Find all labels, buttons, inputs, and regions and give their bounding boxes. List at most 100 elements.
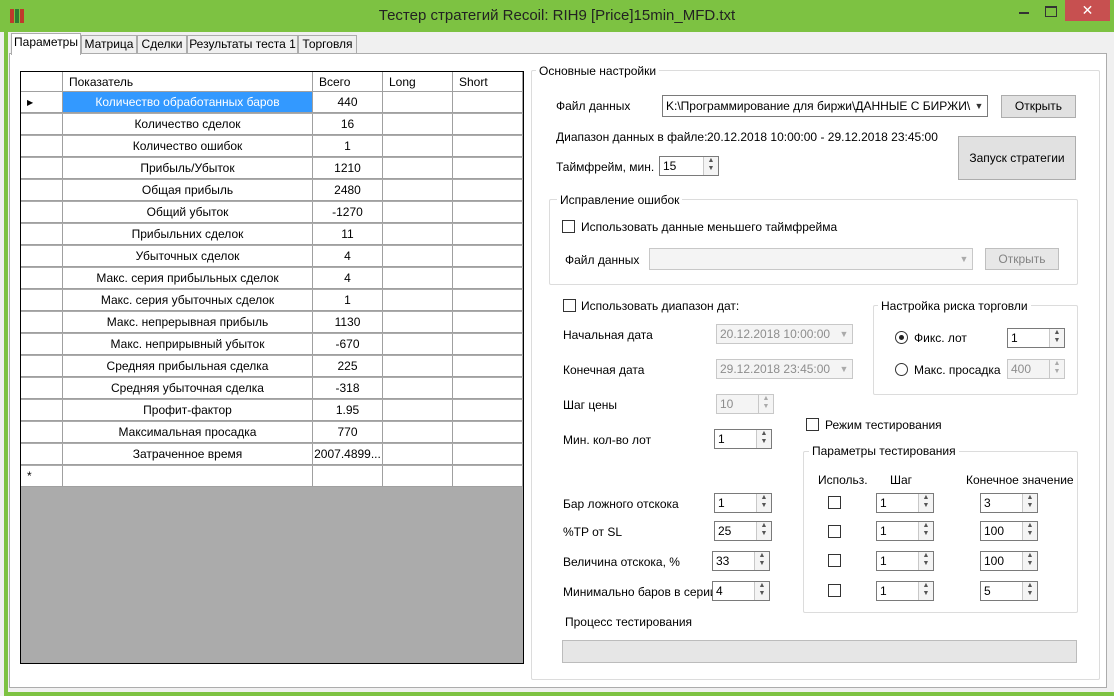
grid-cell-long[interactable] <box>383 444 453 465</box>
grid-cell-long[interactable] <box>383 378 453 399</box>
grid-cell-total[interactable]: 4 <box>313 268 383 289</box>
grid-cell-long[interactable] <box>383 334 453 355</box>
grid-cell-total[interactable]: 1 <box>313 290 383 311</box>
end-date-picker[interactable]: 29.12.2018 23:45:00 ▼ <box>716 359 853 379</box>
grid-cell-total[interactable]: 225 <box>313 356 383 377</box>
param-end-input[interactable]: 100 ▲ ▼ <box>980 551 1038 571</box>
param-use-checkbox[interactable] <box>828 584 841 597</box>
fixed-lot-radio[interactable] <box>895 331 908 344</box>
spin-arrows-icon[interactable]: ▲ ▼ <box>918 522 933 540</box>
use-smaller-tf-checkbox[interactable] <box>562 220 575 233</box>
row-header[interactable] <box>21 312 63 333</box>
price-step-input[interactable]: 10 ▲ ▼ <box>716 394 774 414</box>
param-use-checkbox[interactable] <box>828 496 841 509</box>
grid-cell-long[interactable] <box>383 180 453 201</box>
param-end-input[interactable]: 5 ▲ ▼ <box>980 581 1038 601</box>
grid-cell-indicator[interactable]: Средняя убыточная сделка <box>63 378 313 399</box>
grid-cell-long[interactable] <box>383 246 453 267</box>
maximize-button[interactable] <box>1037 1 1064 21</box>
param-use-checkbox[interactable] <box>828 525 841 538</box>
grid-cell-short[interactable] <box>453 268 523 289</box>
grid-cell-short[interactable] <box>453 246 523 267</box>
grid-cell-total[interactable]: -670 <box>313 334 383 355</box>
grid-cell-indicator[interactable]: Количество ошибок <box>63 136 313 157</box>
grid-cell-short[interactable] <box>453 114 523 135</box>
param-value-input[interactable]: 33 ▲ ▼ <box>712 551 770 571</box>
new-row-cell[interactable] <box>313 466 383 487</box>
grid-cell-short[interactable] <box>453 290 523 311</box>
open-smaller-tf-button[interactable]: Открыть <box>985 248 1059 270</box>
param-step-input[interactable]: 1 ▲ ▼ <box>876 521 934 541</box>
max-drawdown-radio[interactable] <box>895 363 908 376</box>
new-row-cell[interactable] <box>453 466 523 487</box>
param-use-checkbox[interactable] <box>828 554 841 567</box>
grid-cell-total[interactable]: -1270 <box>313 202 383 223</box>
grid-cell-long[interactable] <box>383 202 453 223</box>
grid-cell-long[interactable] <box>383 400 453 421</box>
spin-arrows-icon[interactable]: ▲ ▼ <box>1049 360 1064 378</box>
new-row-cell[interactable] <box>383 466 453 487</box>
grid-cell-indicator[interactable]: Прибыльних сделок <box>63 224 313 245</box>
spin-arrows-icon[interactable]: ▲ ▼ <box>1022 582 1037 600</box>
grid-cell-long[interactable] <box>383 290 453 311</box>
timeframe-input[interactable]: 15 ▲ ▼ <box>659 156 719 176</box>
data-file-combo[interactable]: K:\Программирование для биржи\ДАННЫЕ С Б… <box>662 95 988 117</box>
row-header[interactable] <box>21 400 63 421</box>
new-row-cell[interactable] <box>63 466 313 487</box>
grid-cell-short[interactable] <box>453 400 523 421</box>
row-header[interactable] <box>21 356 63 377</box>
results-grid[interactable]: Показатель Всего Long Short ▶ Количество … <box>20 71 524 664</box>
row-header[interactable] <box>21 378 63 399</box>
open-data-file-button[interactable]: Открыть <box>1001 95 1076 118</box>
tab-test-results[interactable]: Результаты теста 1 <box>187 35 298 54</box>
grid-cell-total[interactable]: 1130 <box>313 312 383 333</box>
grid-cell-indicator[interactable]: Затраченное время <box>63 444 313 465</box>
grid-cell-short[interactable] <box>453 180 523 201</box>
grid-cell-short[interactable] <box>453 224 523 245</box>
tab-trading[interactable]: Торговля <box>298 35 357 54</box>
close-button[interactable]: ✕ <box>1065 0 1110 21</box>
grid-cell-total[interactable]: 440 <box>313 92 383 113</box>
column-header-total[interactable]: Всего <box>313 72 383 92</box>
grid-cell-total[interactable]: 2480 <box>313 180 383 201</box>
param-value-input[interactable]: 25 ▲ ▼ <box>714 521 772 541</box>
grid-cell-short[interactable] <box>453 422 523 443</box>
grid-cell-long[interactable] <box>383 114 453 135</box>
param-step-input[interactable]: 1 ▲ ▼ <box>876 551 934 571</box>
row-header[interactable] <box>21 136 63 157</box>
grid-cell-indicator[interactable]: Макс. непрерывная прибыль <box>63 312 313 333</box>
grid-cell-indicator[interactable]: Количество сделок <box>63 114 313 135</box>
grid-cell-short[interactable] <box>453 334 523 355</box>
grid-cell-total[interactable]: 1210 <box>313 158 383 179</box>
use-date-range-checkbox[interactable] <box>563 299 576 312</box>
grid-cell-total[interactable]: 2007.4899... <box>313 444 383 465</box>
grid-cell-long[interactable] <box>383 312 453 333</box>
grid-cell-indicator[interactable]: Прибыль/Убыток <box>63 158 313 179</box>
fixed-lot-input[interactable]: 1 ▲ ▼ <box>1007 328 1065 348</box>
row-header[interactable] <box>21 268 63 289</box>
grid-cell-short[interactable] <box>453 378 523 399</box>
grid-cell-indicator[interactable]: Максимальная просадка <box>63 422 313 443</box>
spin-arrows-icon[interactable]: ▲ ▼ <box>756 522 771 540</box>
grid-cell-short[interactable] <box>453 136 523 157</box>
grid-cell-short[interactable] <box>453 444 523 465</box>
row-header[interactable] <box>21 224 63 245</box>
grid-cell-indicator[interactable]: Убыточных сделок <box>63 246 313 267</box>
grid-cell-indicator[interactable]: Профит-фактор <box>63 400 313 421</box>
row-header[interactable] <box>21 334 63 355</box>
grid-cell-short[interactable] <box>453 356 523 377</box>
tab-parameters[interactable]: Параметры <box>11 33 81 55</box>
smaller-tf-file-combo[interactable]: ▼ <box>649 248 973 270</box>
param-end-input[interactable]: 100 ▲ ▼ <box>980 521 1038 541</box>
row-header[interactable] <box>21 202 63 223</box>
row-header[interactable] <box>21 444 63 465</box>
row-header[interactable] <box>21 246 63 267</box>
spin-arrows-icon[interactable]: ▲ ▼ <box>918 552 933 570</box>
grid-cell-indicator[interactable]: Общая прибыль <box>63 180 313 201</box>
spin-arrows-icon[interactable]: ▲ ▼ <box>1022 552 1037 570</box>
grid-cell-short[interactable] <box>453 92 523 113</box>
grid-cell-long[interactable] <box>383 158 453 179</box>
minimize-button[interactable] <box>1010 1 1037 21</box>
row-header[interactable] <box>21 180 63 201</box>
grid-cell-indicator[interactable]: Макс. серия прибыльных сделок <box>63 268 313 289</box>
